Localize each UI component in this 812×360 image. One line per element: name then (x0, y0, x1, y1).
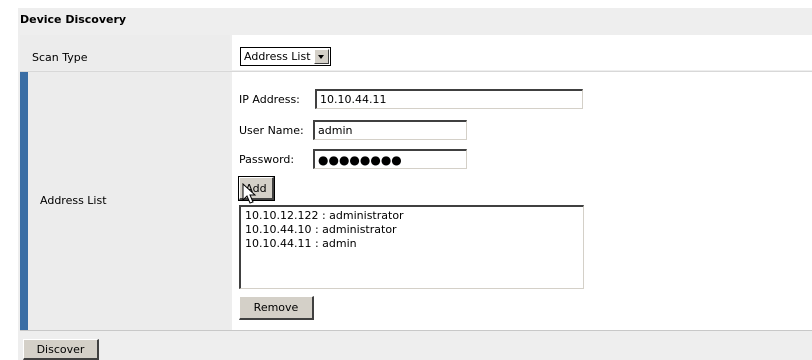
footer-divider (20, 330, 812, 331)
ip-address-value: 10.10.44.11 (320, 93, 387, 106)
user-name-label: User Name: (239, 124, 304, 137)
list-item[interactable]: 10.10.12.122 : administrator (245, 209, 579, 223)
scan-type-select[interactable]: Address List (240, 47, 331, 66)
address-list-label: Address List (40, 194, 107, 207)
address-list-value-cell (232, 72, 812, 330)
scan-type-label: Scan Type (32, 51, 88, 64)
ip-address-input[interactable]: 10.10.44.11 (315, 89, 583, 109)
discover-button[interactable]: Discover (23, 339, 99, 360)
discover-button-label: Discover (36, 342, 85, 356)
row-accent-bar (20, 72, 28, 330)
user-name-value: admin (318, 124, 353, 137)
scan-type-selected-value: Address List (244, 50, 311, 63)
list-item[interactable]: 10.10.44.11 : admin (245, 237, 579, 251)
password-mask: ●●●●●●●● (318, 152, 402, 167)
chevron-down-icon (318, 54, 325, 59)
panel-title: Device Discovery (20, 13, 127, 26)
password-label: Password: (239, 153, 295, 166)
ip-address-label: IP Address: (239, 93, 300, 106)
address-listbox[interactable]: 10.10.12.122 : administrator 10.10.44.10… (239, 205, 584, 289)
list-item[interactable]: 10.10.44.10 : administrator (245, 223, 579, 237)
mouse-pointer-icon (242, 183, 257, 204)
password-input[interactable]: ●●●●●●●● (313, 149, 467, 169)
remove-button-label: Remove (253, 301, 299, 314)
user-name-input[interactable]: admin (313, 120, 467, 140)
remove-button[interactable]: Remove (239, 296, 314, 320)
dropdown-button[interactable] (313, 49, 329, 64)
